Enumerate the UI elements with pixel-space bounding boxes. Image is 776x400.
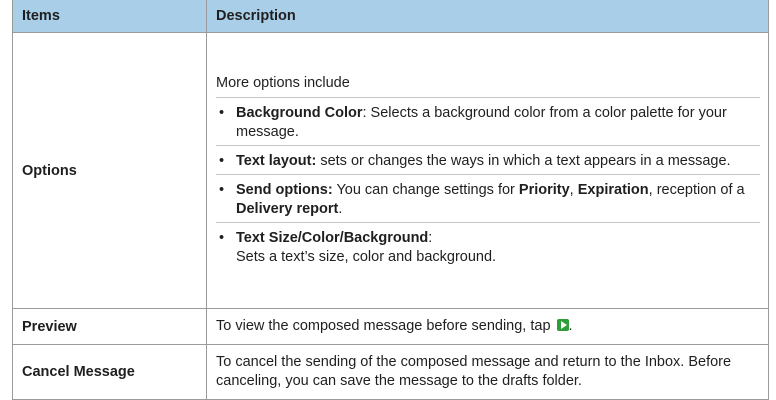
table-row-options: Options More options include Background …	[12, 32, 769, 309]
bullet-text: :	[428, 229, 433, 246]
bullet-title: Background Color	[236, 104, 363, 121]
bullet-term-delivery-report: Delivery report	[236, 200, 339, 217]
options-table-container: Items Description Options More options i…	[0, 0, 776, 400]
description-preview: To view the composed message before send…	[206, 308, 769, 345]
options-list: Background Color: Selects a background c…	[216, 96, 760, 270]
preview-suffix: .	[568, 318, 573, 334]
item-cancel-message: Cancel Message	[12, 344, 207, 400]
bullet-title: Send options:	[236, 181, 333, 198]
preview-text: To view the composed message before send…	[216, 318, 551, 334]
bullet-text: You can change settings for	[332, 181, 519, 198]
options-intro: More options include	[216, 74, 350, 91]
table-row-cancel-message: Cancel Message To cancel the sending of …	[12, 344, 769, 400]
item-preview: Preview	[12, 308, 207, 345]
play-icon	[556, 319, 569, 331]
bullet-text: ,	[569, 181, 578, 198]
description-options: More options include Background Color: S…	[206, 32, 769, 309]
list-item-background-color: Background Color: Selects a background c…	[216, 96, 760, 145]
bullet-text: sets or changes the ways in which a text…	[316, 152, 731, 169]
bullet-term-priority: Priority	[518, 181, 570, 198]
table-row-preview: Preview To view the composed message bef…	[12, 308, 769, 345]
list-item-text-size: Text Size/Color/Background: Sets a text’s…	[216, 221, 760, 270]
bullet-title: Text layout:	[236, 152, 317, 169]
bullet-subtext: Sets a text’s size, color and background…	[236, 248, 497, 265]
item-options: Options	[12, 32, 207, 309]
bullet-text: .	[338, 200, 343, 217]
header-description: Description	[206, 0, 769, 33]
table-header-row: Items Description	[12, 0, 769, 33]
bullet-title: Text Size/Color/Background	[236, 229, 429, 246]
header-items: Items	[12, 0, 207, 33]
bullet-text: , reception of a	[648, 181, 745, 198]
list-item-send-options: Send options: You can change settings fo…	[216, 173, 760, 222]
list-item-text-layout: Text layout: sets or changes the ways in…	[216, 144, 760, 174]
bullet-term-expiration: Expiration	[577, 181, 649, 198]
description-cancel-message: To cancel the sending of the composed me…	[206, 344, 769, 400]
options-table: Items Description Options More options i…	[12, 0, 769, 400]
